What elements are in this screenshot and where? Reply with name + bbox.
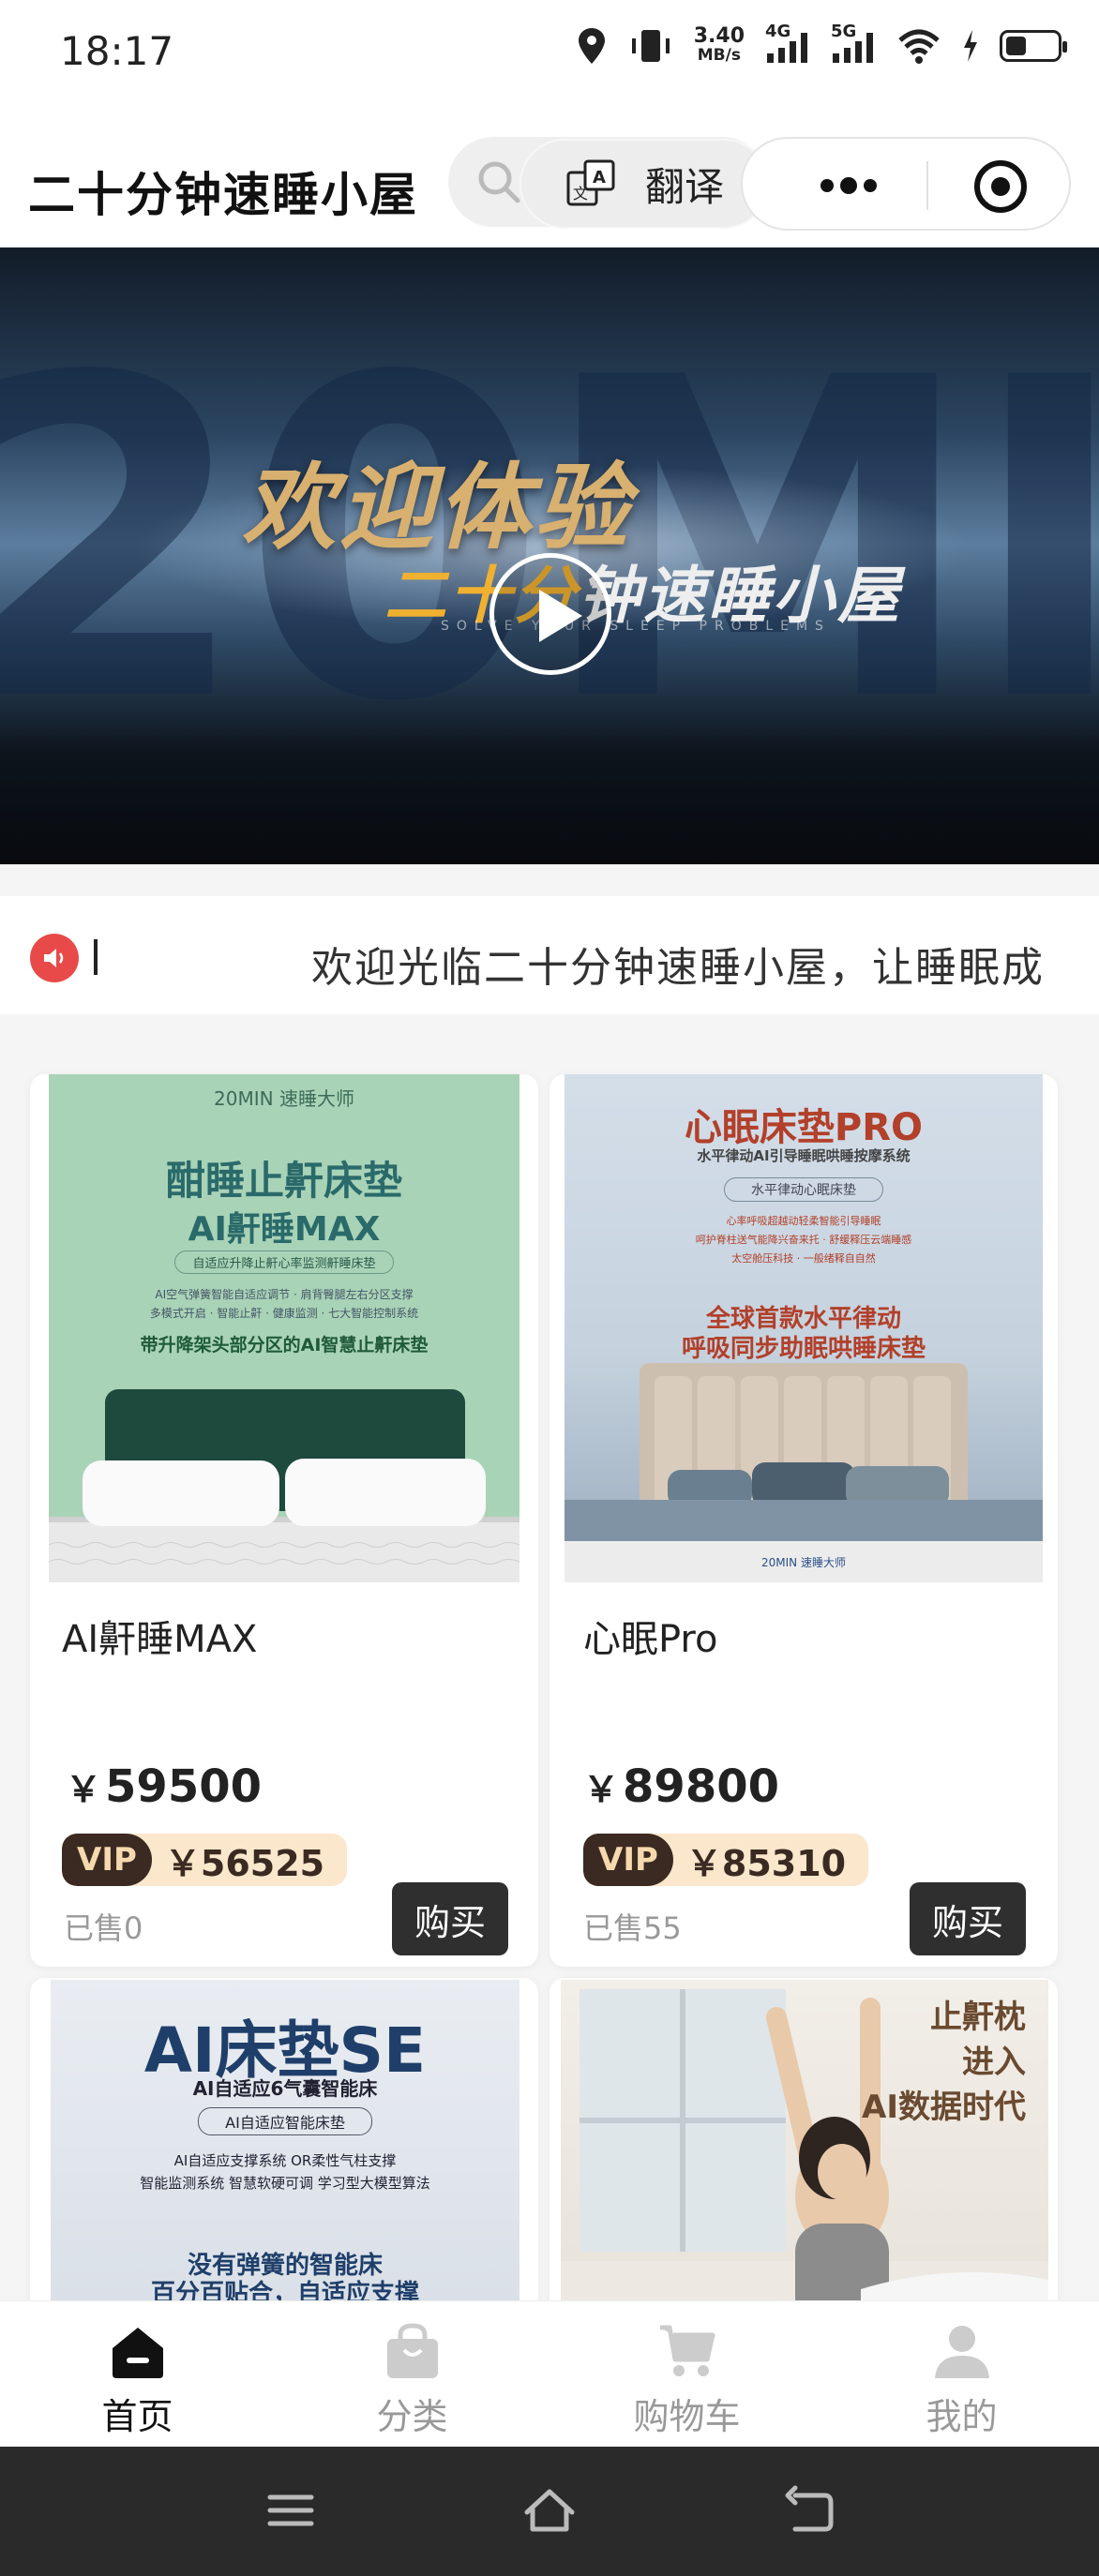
- image-subtitle: AI自适应6气囊智能床: [192, 2077, 378, 2100]
- product-name[interactable]: AI鼾睡MAX: [62, 1609, 257, 1663]
- product-card[interactable]: 止鼾枕 进入 AI数据时代: [550, 1978, 1058, 2353]
- tab-home[interactable]: 首页: [0, 2301, 275, 2448]
- notice-text: 欢迎光临二十分钟速睡小屋，让睡眠成: [311, 944, 1045, 992]
- product-card[interactable]: AI床垫SE AI自适应6气囊智能床 AI自适应智能床垫 AI自适应支撑系统 O…: [30, 1978, 538, 2353]
- battery-icon: [1000, 30, 1067, 62]
- image-desc: 心率呼吸超越动轻柔智能引导睡眠: [726, 1215, 881, 1227]
- translate-label: 翻译: [645, 163, 725, 210]
- image-desc: 呵护脊柱送气能降兴奋来托 · 舒缓释压云端睡感: [695, 1234, 912, 1246]
- search-icon: [478, 161, 520, 203]
- vip-price: ￥85310: [685, 1842, 847, 1884]
- cart-icon: [660, 2325, 715, 2376]
- vip-tag: VIP: [62, 1834, 152, 1886]
- user-icon: [935, 2326, 989, 2378]
- tab-profile[interactable]: 我的: [824, 2301, 1099, 2448]
- close-target-icon[interactable]: [971, 157, 1030, 216]
- play-button[interactable]: [489, 553, 611, 675]
- location-icon: [576, 26, 608, 66]
- image-tag: 水平律动心眠床垫: [565, 1177, 1043, 1202]
- tab-cart[interactable]: 购物车: [550, 2301, 824, 2448]
- sold-count: 已售55: [583, 1910, 682, 1946]
- tab-label: 首页: [101, 2396, 173, 2437]
- image-brand: 20MIN 速睡大师: [214, 1087, 354, 1110]
- product-price: ￥89800: [583, 1760, 780, 1813]
- product-name[interactable]: 心眠Pro: [583, 1609, 717, 1663]
- product-image[interactable]: 心眠床垫PRO 水平律动AI引导睡眠哄睡按摩系统 水平律动心眠床垫 心率呼吸超越…: [565, 1074, 1043, 1582]
- wifi-icon: [896, 27, 941, 65]
- tab-label: 分类: [376, 2396, 448, 2437]
- image-tag: AI自适应智能床垫: [51, 2107, 519, 2135]
- signal-4g-icon: 4G: [765, 22, 810, 65]
- notice-cursor: [94, 939, 98, 975]
- image-highlight: 带升降架头部分区的AI智慧止鼾床垫: [140, 1335, 429, 1355]
- speaker-icon: [30, 934, 79, 982]
- mini-program-capsule: [741, 137, 1071, 231]
- buy-button[interactable]: 购买: [910, 1882, 1026, 1955]
- image-desc: 智能监测系统 智慧软硬可调 学习型大模型算法: [140, 2175, 430, 2192]
- home-icon: [113, 2328, 163, 2378]
- video-banner[interactable]: 20MIN 欢迎体验 二十分钟速睡小屋 SOLVE YOUR SLEEP PRO…: [0, 247, 1099, 864]
- vibrate-icon: [628, 27, 673, 65]
- vip-tag: VIP: [583, 1834, 673, 1886]
- image-text: AI数据时代: [862, 2089, 1026, 2126]
- bottom-tab-bar: 首页 分类 购物车 我的: [0, 2300, 1099, 2447]
- image-desc: AI空气弹簧智能自适应调节 · 肩背臀腿左右分区支撑: [155, 1288, 414, 1301]
- tab-label: 我的: [926, 2396, 998, 2437]
- status-time: 18:17: [60, 28, 174, 74]
- page-title: 二十分钟速睡小屋: [28, 168, 418, 222]
- vip-price-badge: VIP ￥56525: [62, 1834, 348, 1886]
- translate-icon: A 文: [566, 159, 615, 206]
- image-subtitle: AI鼾睡MAX: [188, 1210, 381, 1249]
- image-desc: 多模式开启 · 智能止鼾 · 健康监测 · 七大智能控制系统: [149, 1307, 419, 1320]
- product-image[interactable]: AI床垫SE AI自适应6气囊智能床 AI自适应智能床垫 AI自适应支撑系统 O…: [51, 1980, 519, 2353]
- image-text: 进入: [962, 2044, 1026, 2081]
- product-card[interactable]: 心眠床垫PRO 水平律动AI引导睡眠哄睡按摩系统 水平律动心眠床垫 心率呼吸超越…: [550, 1074, 1058, 1967]
- product-price: ￥59500: [66, 1760, 263, 1813]
- sold-count: 已售0: [64, 1910, 143, 1946]
- vip-price-badge: VIP ￥85310: [583, 1834, 869, 1886]
- tab-label: 购物车: [633, 2396, 741, 2437]
- product-image[interactable]: 止鼾枕 进入 AI数据时代: [561, 1980, 1048, 2353]
- translate-button[interactable]: A 文 翻译: [521, 141, 767, 227]
- product-card[interactable]: 20MIN 速睡大师 酣睡止鼾床垫 AI鼾睡MAX 自适应升降止鼾心率监测鼾睡床…: [30, 1074, 538, 1967]
- network-speed: 3.40 MB/s: [693, 24, 745, 66]
- mattress-illustration: [49, 1389, 519, 1582]
- image-subtitle: 水平律动AI引导睡眠哄睡按摩系统: [697, 1147, 911, 1164]
- tab-category[interactable]: 分类: [275, 2301, 550, 2448]
- status-icons: 3.40 MB/s 4G 5G: [576, 22, 1067, 66]
- signal-5g-icon: 5G: [831, 22, 876, 65]
- product-image[interactable]: 20MIN 速睡大师 酣睡止鼾床垫 AI鼾睡MAX 自适应升降止鼾心率监测鼾睡床…: [49, 1074, 519, 1582]
- svg-text:文: 文: [573, 185, 588, 202]
- charging-icon: [962, 30, 979, 62]
- svg-text:A: A: [593, 168, 606, 187]
- more-icon[interactable]: [816, 172, 881, 199]
- bag-icon: [387, 2323, 438, 2378]
- image-title: 心眠床垫PRO: [684, 1106, 924, 1149]
- image-desc: AI自适应支撑系统 OR柔性气柱支撑: [173, 2152, 397, 2169]
- vip-price: ￥56525: [164, 1842, 325, 1884]
- back-icon[interactable]: [782, 2482, 838, 2539]
- image-tag: 自适应升降止鼾心率监测鼾睡床垫: [49, 1251, 519, 1274]
- status-bar: 18:17 3.40 MB/s 4G 5G: [0, 0, 1099, 111]
- navbar: 二十分钟速睡小屋 请 A 文 翻译: [0, 111, 1099, 247]
- menu-icon[interactable]: [263, 2482, 319, 2539]
- capsule-divider: [926, 161, 928, 210]
- buy-button[interactable]: 购买: [392, 1882, 508, 1955]
- image-desc: 太空舱压科技 · 一般绪释自自然: [731, 1252, 876, 1265]
- image-text: 止鼾枕: [930, 1999, 1026, 2036]
- image-title: 酣睡止鼾床垫: [165, 1158, 402, 1204]
- image-brand: 20MIN 速睡大师: [761, 1556, 846, 1569]
- notice-bar: 欢迎光临二十分钟速睡小屋，让睡眠成: [0, 896, 1099, 1014]
- home-outline-icon[interactable]: [521, 2482, 578, 2539]
- system-navigation-bar: [0, 2447, 1099, 2576]
- bed-illustration: [565, 1363, 1043, 1582]
